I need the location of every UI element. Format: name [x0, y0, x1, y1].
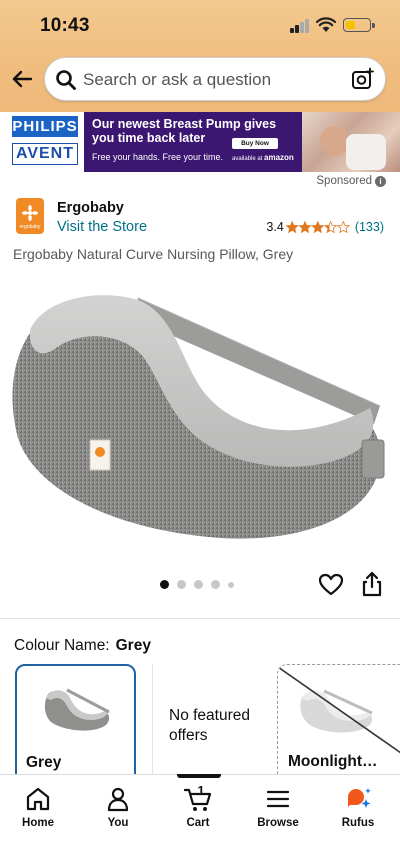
- colour-heading: Colour Name: Grey: [14, 637, 151, 655]
- menu-icon: [266, 790, 290, 808]
- user-icon: [107, 787, 129, 812]
- product-image[interactable]: [0, 268, 400, 568]
- store-logo[interactable]: ergobaby: [16, 198, 44, 234]
- colour-selected-value: Grey: [115, 637, 151, 654]
- nav-label: Cart: [186, 817, 210, 829]
- ad-buy-now-button[interactable]: Buy Now: [232, 138, 278, 149]
- cellular-signal-icon: [290, 19, 310, 33]
- home-icon: [26, 787, 50, 811]
- rating-count: (133): [354, 220, 384, 234]
- sponsored-label[interactable]: Sponsored i: [316, 175, 386, 187]
- carousel-dot[interactable]: [211, 580, 220, 589]
- nav-label: Rufus: [341, 817, 375, 829]
- back-arrow-icon[interactable]: [10, 67, 34, 91]
- colour-option-grey[interactable]: Grey: [15, 664, 136, 784]
- nav-home[interactable]: Home: [3, 785, 73, 829]
- store-name: Ergobaby: [57, 200, 124, 216]
- ad-brand-logo: PHILIPS AVENT: [0, 112, 84, 172]
- ergobaby-flower-icon: [22, 205, 38, 221]
- nav-label: Home: [22, 817, 54, 829]
- colour-option-label: Moonlight…: [288, 753, 378, 770]
- status-time: 10:43: [40, 15, 90, 36]
- carousel-dot[interactable]: [228, 581, 234, 588]
- carousel-dot[interactable]: [194, 580, 203, 589]
- active-tab-indicator: [177, 774, 221, 778]
- rating-summary[interactable]: 3.4 (133): [266, 220, 384, 234]
- search-icon: [56, 70, 76, 90]
- cart-icon-wrap: 1: [183, 783, 212, 813]
- visit-store-link[interactable]: Visit the Store: [57, 219, 147, 235]
- ad-brand-top: PHILIPS: [12, 116, 78, 137]
- camera-lens-icon[interactable]: [351, 67, 375, 91]
- sponsored-ad-banner[interactable]: PHILIPS AVENT Our newest Breast Pump giv…: [0, 112, 400, 172]
- colour-option-label: Grey: [26, 754, 62, 771]
- search-bar[interactable]: [44, 57, 386, 101]
- nav-rufus[interactable]: Rufus: [323, 785, 393, 829]
- colour-thumbnail: [44, 688, 110, 731]
- colour-option-moonlight[interactable]: Moonlight…: [277, 664, 400, 784]
- section-divider: [0, 618, 400, 619]
- ad-photo: [302, 112, 400, 172]
- bottom-navigation: Home You 1 Cart Browse Rufus: [0, 774, 400, 866]
- search-input[interactable]: [83, 67, 343, 93]
- nav-browse[interactable]: Browse: [243, 785, 313, 829]
- sponsored-text: Sponsored: [316, 175, 372, 187]
- colour-label: Colour Name:: [14, 637, 110, 654]
- battery-icon: [343, 18, 375, 32]
- star-rating-icon: [285, 220, 350, 233]
- carousel-dot[interactable]: [177, 580, 186, 589]
- nav-label: Browse: [257, 817, 299, 829]
- rufus-icon: [348, 788, 371, 808]
- ad-retailer-prefix: available at: [232, 156, 263, 162]
- vertical-divider: [152, 664, 153, 774]
- ad-retailer: available at amazon: [232, 153, 294, 162]
- cart-count-badge: 1: [197, 783, 205, 798]
- app-header: 10:43: [0, 0, 400, 112]
- ad-brand-bottom: AVENT: [12, 143, 78, 165]
- info-icon[interactable]: i: [375, 175, 386, 187]
- nav-you[interactable]: You: [83, 785, 153, 829]
- nav-label: You: [107, 817, 129, 829]
- share-icon[interactable]: [360, 571, 384, 597]
- carousel-dot[interactable]: [160, 580, 169, 589]
- ad-subline: Free your hands. Free your time.: [92, 152, 224, 162]
- wifi-icon: [316, 17, 336, 32]
- status-bar: 10:43: [0, 0, 400, 52]
- nav-cart[interactable]: 1 Cart: [163, 783, 233, 829]
- product-title: Ergobaby Natural Curve Nursing Pillow, G…: [13, 246, 294, 262]
- heart-icon[interactable]: [318, 572, 344, 598]
- image-carousel-dots[interactable]: [160, 580, 234, 589]
- rating-value: 3.4: [266, 220, 284, 234]
- no-featured-offers-text: No featured offers: [169, 707, 250, 744]
- ad-retailer-name: amazon: [264, 153, 294, 162]
- store-logo-text: ergobaby: [19, 224, 41, 230]
